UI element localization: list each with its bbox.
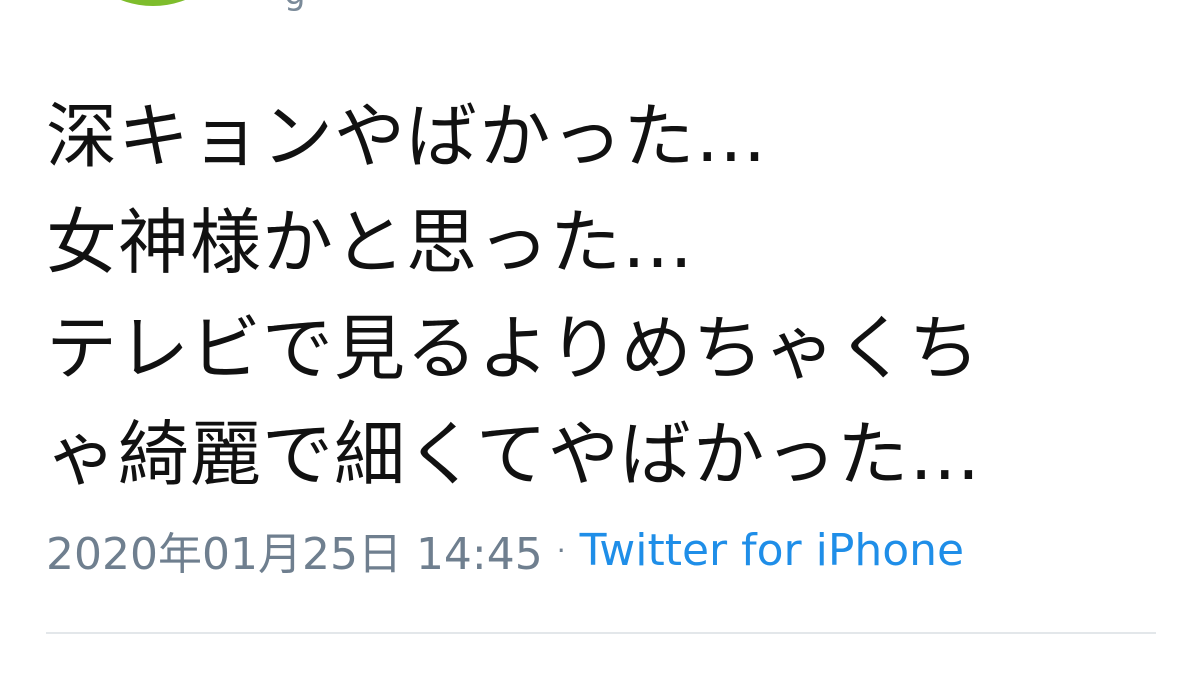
tweet-line-4: ゃ綺麗で細くてやばかった… xyxy=(46,413,982,496)
divider xyxy=(46,632,1156,634)
tweet-line-3: テレビで見るよりめちゃくち xyxy=(46,307,981,390)
tweet-source-link[interactable]: Twitter for iPhone xyxy=(580,525,964,576)
tweet-metadata: 2020年01月25日 14:45 · Twitter for iPhone xyxy=(46,518,964,582)
metadata-separator: · xyxy=(556,533,566,567)
tweet-text: 深キョンやばかった… 女神様かと思った… テレビで見るよりめちゃくち ゃ綺麗で細… xyxy=(46,84,1166,508)
tweet-line-2: 女神様かと思った… xyxy=(46,201,695,284)
tweet-timestamp[interactable]: 2020年01月25日 14:45 xyxy=(46,518,543,582)
avatar[interactable] xyxy=(80,0,226,6)
tweet-line-1: 深キョンやばかった… xyxy=(46,95,768,178)
display-name-fragment[interactable]: g xyxy=(284,0,306,10)
